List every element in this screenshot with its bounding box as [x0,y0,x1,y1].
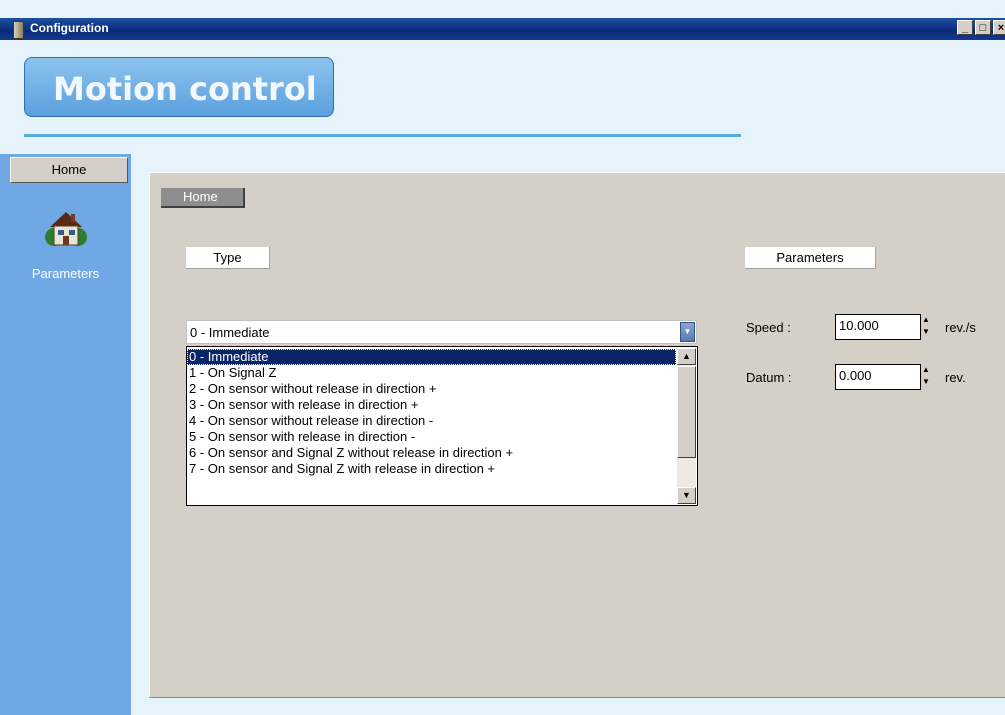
datum-unit: rev. [945,370,966,385]
dropdown-arrow-icon[interactable]: ▼ [680,322,695,342]
list-item[interactable]: 0 - Immediate [187,349,676,365]
datum-input[interactable]: 0.000 [835,364,921,390]
dropdown-items: 0 - Immediate 1 - On Signal Z 2 - On sen… [187,349,676,477]
header-divider [24,134,741,137]
type-combobox[interactable]: 0 - Immediate ▼ [186,320,697,344]
list-item[interactable]: 3 - On sensor with release in direction … [187,397,676,413]
increment-icon[interactable]: ▲ [919,314,933,326]
decrement-icon[interactable]: ▼ [919,326,933,338]
type-section-label: Type [186,247,270,269]
maximize-button[interactable]: □ [975,20,991,35]
window-title: Configuration [30,21,109,35]
list-item[interactable]: 5 - On sensor with release in direction … [187,429,676,445]
speed-spinner[interactable]: ▲ ▼ [919,314,933,340]
list-item[interactable]: 2 - On sensor without release in directi… [187,381,676,397]
datum-spinner[interactable]: ▲ ▼ [919,364,933,390]
decrement-icon[interactable]: ▼ [919,376,933,388]
app-icon [13,21,24,39]
increment-icon[interactable]: ▲ [919,364,933,376]
parameters-section-label: Parameters [745,247,876,269]
scroll-up-icon[interactable]: ▲ [677,348,696,365]
house-icon[interactable] [44,207,88,249]
type-combobox-value: 0 - Immediate [190,325,270,340]
breadcrumb: Home [161,188,245,208]
banner-title: Motion control [53,70,317,108]
panel-border [149,697,1005,698]
list-item[interactable]: 7 - On sensor and Signal Z with release … [187,461,676,477]
list-item[interactable]: 1 - On Signal Z [187,365,676,381]
title-bar: Configuration _ □ × [0,18,1005,40]
speed-unit: rev./s [945,320,976,335]
list-item[interactable]: 6 - On sensor and Signal Z without relea… [187,445,676,461]
datum-label: Datum : [746,370,792,385]
vertical-scrollbar[interactable]: ▲ ▼ [677,348,696,504]
scroll-down-icon[interactable]: ▼ [677,487,696,504]
scroll-thumb[interactable] [677,366,696,458]
speed-label: Speed : [746,320,791,335]
minimize-button[interactable]: _ [957,20,973,35]
sidebar-tab-home[interactable]: Home [10,157,128,183]
list-item[interactable]: 4 - On sensor without release in directi… [187,413,676,429]
sidebar: Home Parameters [0,154,131,715]
window-controls: _ □ × [957,20,1005,35]
speed-input[interactable]: 10.000 [835,314,921,340]
close-button[interactable]: × [993,20,1005,35]
header-banner: Motion control [24,57,334,117]
sidebar-item-parameters[interactable]: Parameters [0,266,131,281]
type-dropdown-list[interactable]: 0 - Immediate 1 - On Signal Z 2 - On sen… [186,346,698,506]
